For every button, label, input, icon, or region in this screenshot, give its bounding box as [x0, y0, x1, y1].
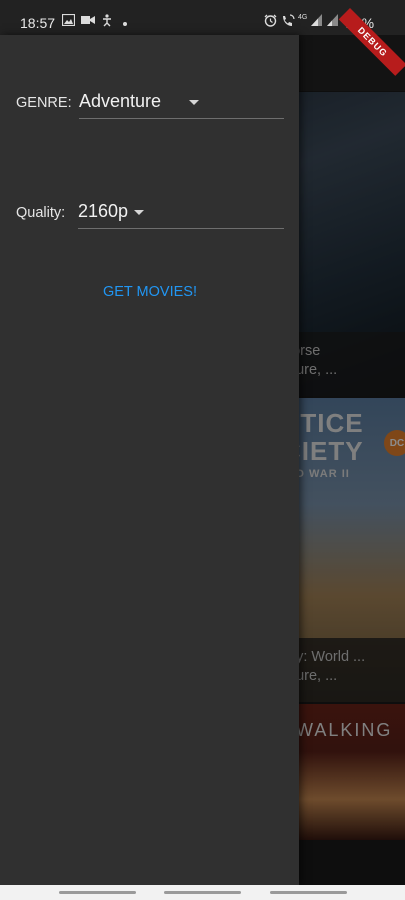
alarm-icon [264, 14, 277, 29]
status-bar: 18:57 4G 23% DEBUG [0, 0, 405, 76]
video-call-icon [81, 14, 95, 28]
screen: horse nture, ... STICE CIETY D WAR II DC… [0, 0, 405, 900]
status-time: 18:57 [20, 15, 56, 31]
signal-4g-icon [311, 14, 322, 28]
filter-drawer: GENRE: Adventure Quality: 2160p GET MOVI… [0, 35, 299, 885]
get-movies-button[interactable]: GET MOVIES! [92, 277, 208, 307]
recents-button[interactable] [59, 891, 136, 894]
genre-label: GENRE: [16, 95, 72, 111]
quality-selected-value: 2160p [78, 201, 129, 221]
back-button[interactable] [270, 891, 347, 894]
accessibility-icon [101, 14, 113, 29]
system-nav-bar [0, 885, 405, 900]
dropdown-arrow-icon [189, 100, 199, 105]
signal-bars-icon [327, 14, 338, 28]
quality-dropdown[interactable]: 2160p [78, 197, 284, 229]
network-type-label: 4G [298, 14, 308, 21]
quality-label: Quality: [16, 205, 66, 221]
wifi-call-icon [281, 14, 295, 29]
dot-icon [122, 17, 128, 29]
gallery-icon [61, 13, 76, 28]
genre-dropdown[interactable]: Adventure [79, 87, 284, 119]
home-button[interactable] [164, 891, 241, 894]
genre-selected-value: Adventure [79, 91, 162, 111]
dropdown-arrow-icon [134, 210, 144, 215]
